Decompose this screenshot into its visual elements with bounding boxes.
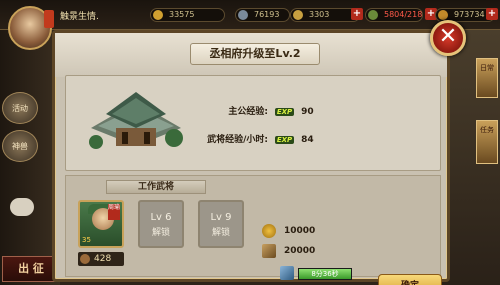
resource-gold-value: 33575 <box>169 10 195 19</box>
dialog-title: 丞相府升级至Lv.2 <box>190 43 320 65</box>
left-side-menu: 活动 神兽 <box>2 92 46 168</box>
wood-cost: 20000 <box>262 244 316 258</box>
daily-tab[interactable]: 日常 <box>476 58 498 98</box>
iron-icon <box>238 10 248 20</box>
beast-button[interactable]: 神兽 <box>2 130 38 162</box>
hero-level: 35 <box>82 236 91 244</box>
resource-gold: 33575 <box>150 8 225 22</box>
hero-slot[interactable]: 周瑜 35 <box>78 200 124 248</box>
add-soldier-button[interactable]: + <box>351 8 363 20</box>
general-exp-label: 武将经验/小时: <box>207 135 268 145</box>
wood-icon <box>262 244 276 258</box>
resource-iron-value: 76193 <box>254 10 280 19</box>
resource-copper-value: 973734 <box>454 10 485 19</box>
exp-icon: EXP <box>274 136 295 144</box>
close-icon[interactable]: ✕ <box>430 20 466 56</box>
general-exp-value: 84 <box>301 135 314 145</box>
locked-slot-2[interactable]: Lv 9 解锁 <box>198 200 244 248</box>
top-resource-bar: 触景生情. 33575 76193 3303 + 5804/218 + 9737… <box>0 0 500 30</box>
soldier-icon <box>368 10 378 20</box>
locked-slot-1[interactable]: Lv 6 解锁 <box>138 200 184 248</box>
resource-grain-value: 3303 <box>309 10 330 19</box>
slot-level: Lv 9 <box>210 212 232 223</box>
resource-grain: 3303 <box>290 8 360 22</box>
slot-status: 解锁 <box>211 228 230 238</box>
slot-status: 解锁 <box>151 228 170 238</box>
quest-tab[interactable]: 任务 <box>476 120 498 164</box>
lord-exp-value: 90 <box>301 107 314 117</box>
hourglass-icon <box>280 266 294 280</box>
resource-iron: 76193 <box>235 8 290 22</box>
gold-coin-icon <box>153 10 163 20</box>
hero-stat-value: 428 <box>94 254 112 264</box>
workers-title: 工作武将 <box>106 180 206 194</box>
exp-icon: EXP <box>274 108 295 116</box>
confirm-button[interactable]: 确定 <box>378 274 442 285</box>
gold-cost-value: 10000 <box>284 226 316 236</box>
workers-panel: 工作武将 周瑜 35 Lv 6 解锁 Lv 9 解锁 428 10000 200… <box>65 175 442 285</box>
lord-exp-label: 主公经验: <box>228 107 268 117</box>
hero-stat: 428 <box>78 252 124 266</box>
build-time-bar: 8分36秒 <box>298 268 352 280</box>
chat-bubble-icon[interactable] <box>10 198 34 216</box>
resource-soldier: 5804/218 <box>365 8 423 22</box>
building-image <box>89 92 183 149</box>
upgrade-dialog: 丞相府升级至Lv.2 主公经验: EXP 90 武将经验/小时: EXP 84 … <box>52 30 450 285</box>
vip-badge <box>44 10 54 28</box>
gold-cost: 10000 <box>262 224 316 238</box>
resource-soldier-value: 5804/218 <box>384 10 423 19</box>
player-name: 触景生情. <box>60 12 99 22</box>
lord-exp-row: 主公经验: EXP 90 <box>186 104 314 117</box>
slot-level: Lv 6 <box>150 212 172 223</box>
reward-info-panel: 主公经验: EXP 90 武将经验/小时: EXP 84 <box>65 75 441 171</box>
wood-cost-value: 20000 <box>284 246 316 256</box>
add-gold-button[interactable]: + <box>486 8 498 20</box>
hero-name-badge: 周瑜 <box>108 204 120 220</box>
gold-icon <box>262 224 276 238</box>
activity-button[interactable]: 活动 <box>2 92 38 124</box>
grain-icon <box>293 10 303 20</box>
copper-coin-icon <box>438 10 448 20</box>
general-exp-row: 武将经验/小时: EXP 84 <box>186 132 314 145</box>
build-time-fill: 8分36秒 <box>299 269 351 279</box>
stat-icon <box>80 254 90 264</box>
